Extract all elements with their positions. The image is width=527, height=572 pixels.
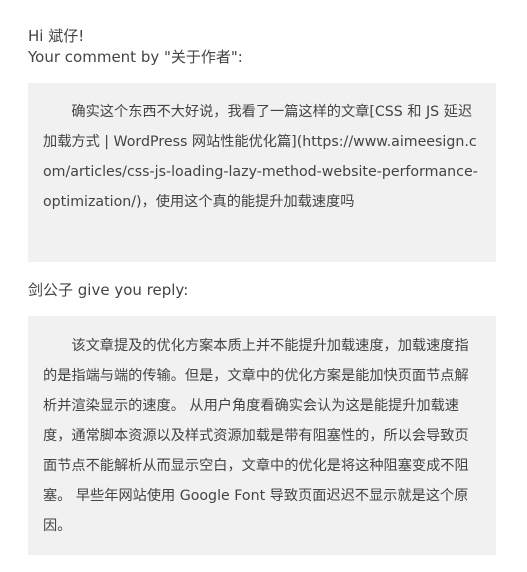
original-comment-box: 确实这个东西不大好说，我看了一篇这样的文章[CSS 和 JS 延迟加载方式 | …	[28, 83, 496, 262]
email-body: Hi 斌仔! Your comment by "关于作者": 确实这个东西不大好…	[0, 0, 527, 572]
greeting-hello: Hi 斌仔!	[28, 27, 85, 45]
reply-text: 该文章提及的优化方案本质上并不能提升加载速度，加载速度指的是指端与端的传输。但是…	[43, 338, 469, 534]
original-comment-text: 确实这个东西不大好说，我看了一篇这样的文章[CSS 和 JS 延迟加载方式 | …	[43, 104, 478, 210]
greeting: Hi 斌仔! Your comment by "关于作者":	[28, 26, 243, 68]
reply-header: 剑公子 give you reply:	[28, 281, 189, 299]
greeting-comment-line: Your comment by "关于作者":	[28, 48, 243, 66]
reply-box: 该文章提及的优化方案本质上并不能提升加载速度，加载速度指的是指端与端的传输。但是…	[28, 316, 496, 555]
